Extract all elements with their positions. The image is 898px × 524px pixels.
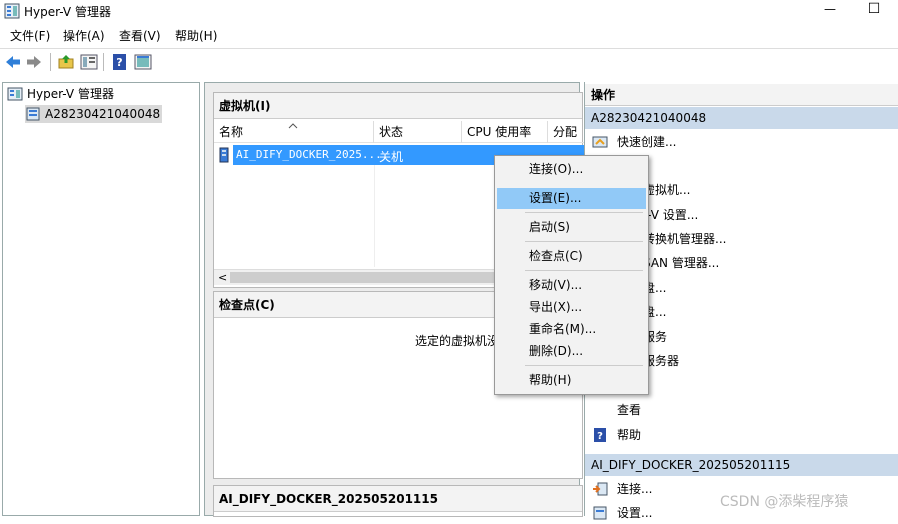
navigation-tree: Hyper-V 管理器 A28230421040048 [2, 82, 200, 516]
ctx-checkpoint[interactable]: 检查点(C) [497, 246, 646, 267]
maximize-button[interactable]: ☐ [862, 0, 886, 20]
ctx-separator [525, 365, 643, 366]
action-quick-create[interactable]: 快速创建... [585, 131, 898, 153]
vm-state-cell: 关机 [379, 150, 404, 164]
vm-table-header: 名称 状态 CPU 使用率 分配 [214, 121, 584, 143]
ctx-rename[interactable]: 重命名(M)... [497, 319, 646, 340]
col-state[interactable]: 状态 [374, 121, 462, 143]
folder-up-icon[interactable] [57, 53, 75, 71]
connect-icon [593, 482, 608, 496]
ctx-separator [525, 212, 643, 213]
menu-file[interactable]: 文件(F) [6, 26, 54, 46]
vm-details-panel: AI_DIFY_DOCKER_202505201115 [213, 485, 583, 517]
column-divider [374, 165, 375, 267]
help-icon[interactable]: ? [111, 53, 129, 71]
ctx-separator [525, 270, 643, 271]
hyperv-manager-icon [7, 87, 23, 101]
minimize-button[interactable]: — [818, 0, 842, 20]
window-title: Hyper-V 管理器 [24, 5, 111, 19]
svg-text:?: ? [116, 56, 122, 69]
tree-item-server[interactable]: A28230421040048 [25, 105, 163, 123]
ctx-separator [525, 241, 643, 242]
vm-details-title: AI_DIFY_DOCKER_202505201115 [214, 486, 582, 512]
context-menu: 连接(O)... 设置(E)... 启动(S) 检查点(C) 移动(V)... … [494, 155, 649, 395]
title-bar: Hyper-V 管理器 — ☐ [0, 0, 898, 22]
sort-ascending-icon [288, 123, 298, 129]
action-view[interactable]: 查看 [585, 399, 898, 421]
ctx-settings[interactable]: 设置(E)... [497, 188, 646, 209]
back-arrow-icon[interactable] [4, 53, 22, 71]
actions-server-section[interactable]: A28230421040048 [585, 107, 898, 129]
ctx-connect[interactable]: 连接(O)... [497, 159, 646, 180]
vm-icon [219, 147, 229, 163]
quick-create-icon [592, 136, 608, 148]
forward-arrow-icon[interactable] [25, 53, 43, 71]
checkpoint-empty-message: 选定的虚拟机没 [415, 334, 500, 348]
ctx-delete[interactable]: 删除(D)... [497, 341, 646, 362]
server-icon [26, 107, 40, 121]
tree-root-hyperv[interactable]: Hyper-V 管理器 [7, 85, 114, 103]
actions-vm-section[interactable]: AI_DIFY_DOCKER_202505201115 [585, 454, 898, 476]
tree-server-label: A28230421040048 [45, 107, 161, 121]
scroll-left-arrow[interactable]: < [218, 270, 227, 285]
menu-bar: 文件(F) 操作(A) 查看(V) 帮助(H) [0, 26, 898, 46]
watermark: CSDN @添柴程序猿 [720, 494, 849, 510]
ctx-export[interactable]: 导出(X)... [497, 297, 646, 318]
settings-icon [593, 506, 607, 520]
action-help[interactable]: ? 帮助 [585, 424, 898, 446]
menu-action[interactable]: 操作(A) [59, 26, 109, 46]
menu-view[interactable]: 查看(V) [115, 26, 165, 46]
show-tree-icon[interactable] [80, 53, 98, 71]
ctx-start[interactable]: 启动(S) [497, 217, 646, 238]
col-cpu[interactable]: CPU 使用率 [462, 121, 548, 143]
toolbar: ? [0, 48, 898, 74]
console-icon[interactable] [134, 53, 152, 71]
ctx-help[interactable]: 帮助(H) [497, 370, 646, 391]
actions-header: 操作 [585, 84, 898, 106]
toolbar-separator [103, 53, 104, 71]
col-assigned[interactable]: 分配 [548, 121, 584, 143]
svg-text:?: ? [597, 431, 603, 442]
tree-root-label: Hyper-V 管理器 [27, 87, 114, 101]
hyperv-app-icon [4, 3, 20, 19]
vm-name-cell: AI_DIFY_DOCKER_2025... [236, 148, 382, 161]
toolbar-separator [50, 53, 51, 71]
vm-panel-title: 虚拟机(I) [214, 93, 582, 119]
menu-help[interactable]: 帮助(H) [171, 26, 221, 46]
help-icon: ? [594, 428, 606, 442]
ctx-move[interactable]: 移动(V)... [497, 275, 646, 296]
